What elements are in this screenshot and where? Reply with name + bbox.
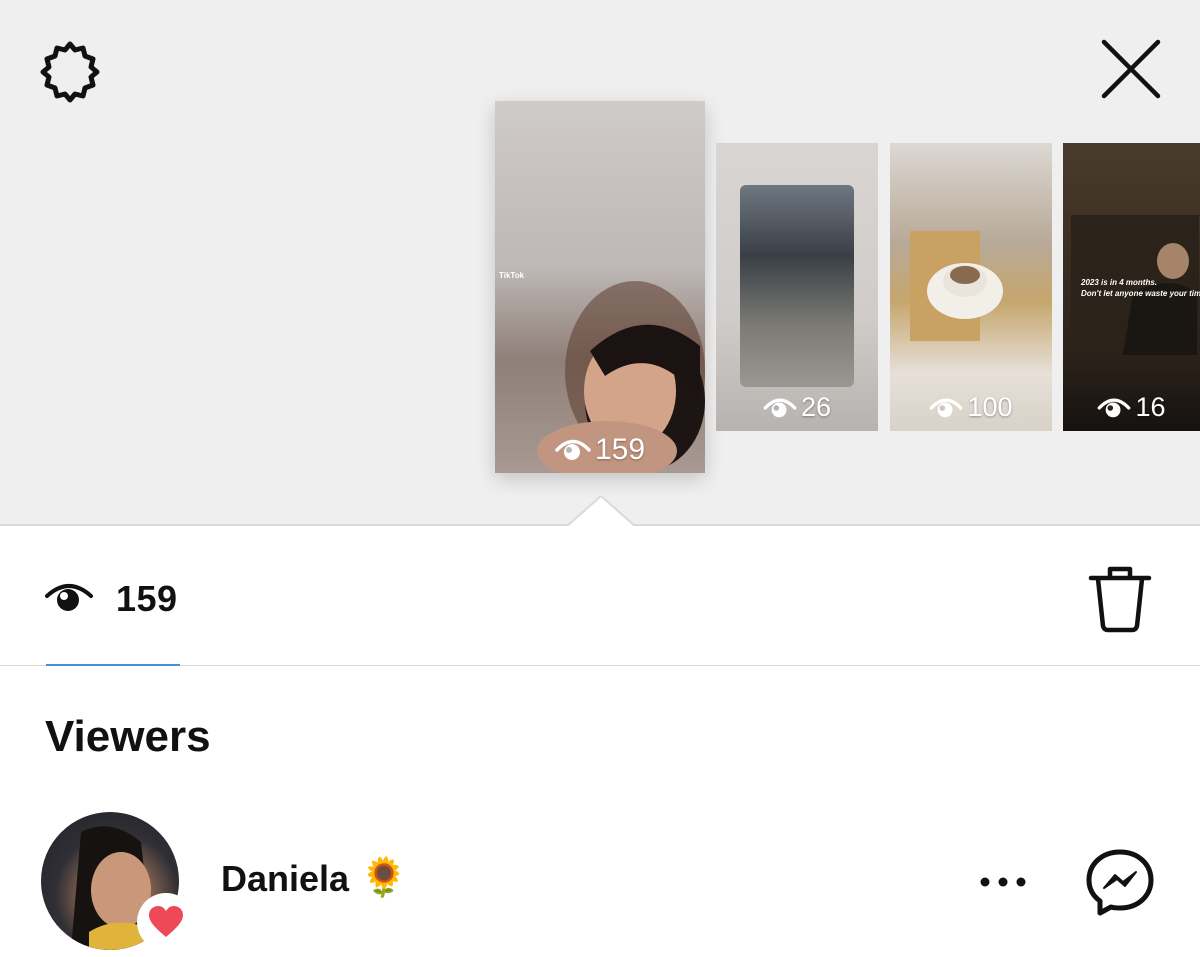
- eye-icon: [45, 584, 93, 611]
- gear-icon: [40, 41, 100, 103]
- story-quote-text: 2023 is in 4 months. Don't let anyone wa…: [1081, 278, 1200, 298]
- messenger-icon: [1086, 849, 1154, 916]
- eye-icon: [1098, 398, 1131, 417]
- more-options-button[interactable]: [974, 862, 1032, 902]
- viewer-name-emoji: 🌻: [360, 857, 408, 899]
- view-count[interactable]: 159: [116, 578, 178, 620]
- story-thumbnail[interactable]: 26: [716, 143, 878, 431]
- settings-button[interactable]: [34, 36, 106, 108]
- story-photo-coffee: [910, 231, 1003, 341]
- viewers-heading: Viewers: [45, 712, 211, 761]
- active-tab-indicator: [46, 664, 180, 666]
- eye-icon: [555, 439, 591, 460]
- delete-button[interactable]: [1088, 564, 1152, 634]
- story-view-count: 159: [495, 433, 705, 467]
- story-thumbnail[interactable]: 100: [890, 143, 1052, 431]
- eye-icon: [930, 398, 963, 417]
- tiktok-watermark: TikTok: [499, 271, 525, 280]
- trash-icon: [1088, 566, 1152, 633]
- send-message-button[interactable]: [1084, 848, 1156, 918]
- story-thumbnail[interactable]: 2023 is in 4 months. Don't let anyone wa…: [1063, 143, 1200, 431]
- close-button[interactable]: [1096, 36, 1168, 108]
- story-stats-bar: [0, 528, 1200, 666]
- more-icon: [980, 877, 1026, 887]
- story-view-count: 16: [1063, 392, 1200, 423]
- story-view-count: 26: [716, 392, 878, 423]
- selection-pointer: [566, 496, 636, 530]
- close-icon: [1101, 39, 1161, 99]
- heart-icon: [149, 906, 183, 937]
- viewer-name[interactable]: Daniela: [221, 858, 349, 900]
- story-photo-hallway: [740, 185, 854, 387]
- story-view-count: 100: [890, 392, 1052, 423]
- reaction-badge: [137, 893, 195, 951]
- story-thumbnail-selected[interactable]: TikTok 159: [495, 101, 705, 473]
- story-photo-portrait: [537, 281, 705, 473]
- eye-icon: [763, 398, 797, 417]
